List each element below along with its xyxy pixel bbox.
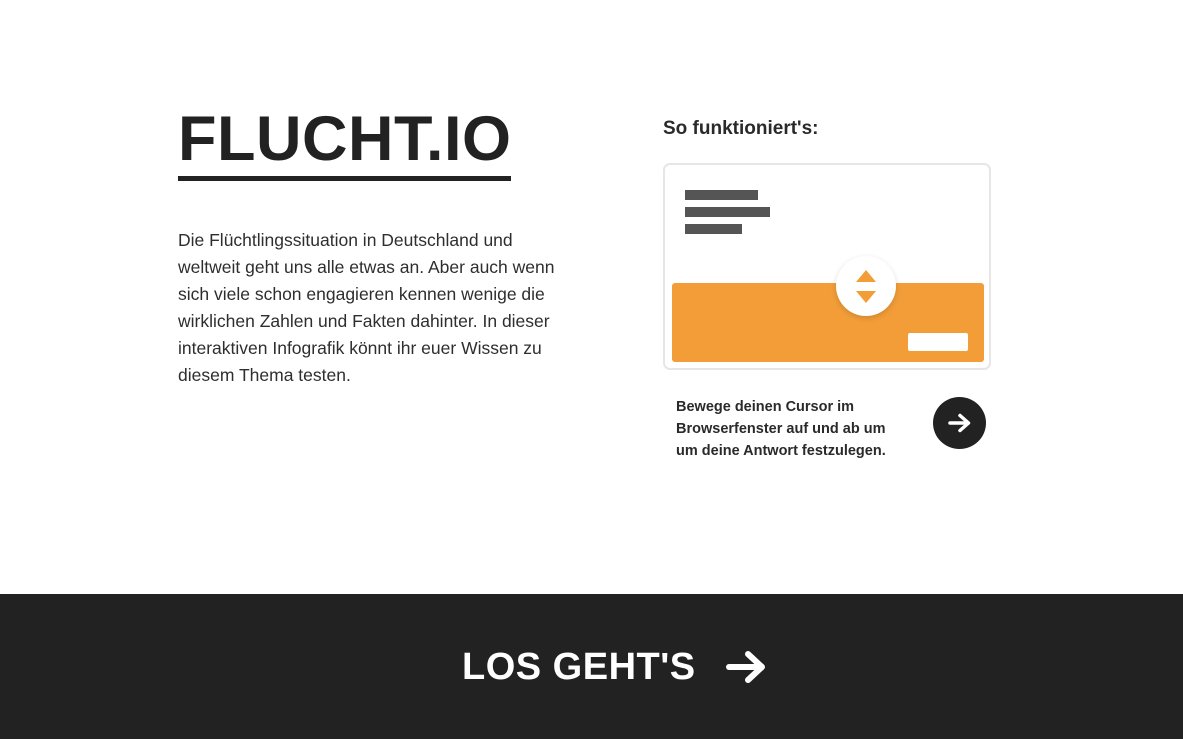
arrow-right-icon	[948, 413, 971, 433]
demo-answer-bar	[672, 283, 984, 362]
placeholder-text-line	[685, 207, 770, 217]
intro-paragraph: Die Flüchtlingssituation in Deutschland …	[178, 230, 555, 385]
demo-answer-pill	[908, 333, 968, 351]
footer-start-bar: LOS GEHT'S	[0, 594, 1183, 739]
howto-description: Bewege deinen Cursor im Browserfenster a…	[676, 399, 886, 459]
arrow-right-icon	[725, 651, 765, 683]
start-button-label: LOS GEHT'S	[462, 645, 696, 688]
landing-page: FLUCHT.IO Die Flüchtlingssituation in De…	[0, 0, 1183, 739]
placeholder-text-line	[685, 224, 742, 234]
instruction-demo-card	[663, 163, 991, 370]
up-down-arrows-icon	[856, 270, 876, 303]
next-button[interactable]	[933, 397, 986, 449]
howto-heading: So funktioniert's:	[663, 118, 819, 139]
placeholder-text-line	[685, 190, 758, 200]
slider-knob	[836, 256, 896, 316]
start-button[interactable]: LOS GEHT'S	[462, 637, 768, 697]
site-title: FLUCHT.IO	[178, 104, 512, 181]
